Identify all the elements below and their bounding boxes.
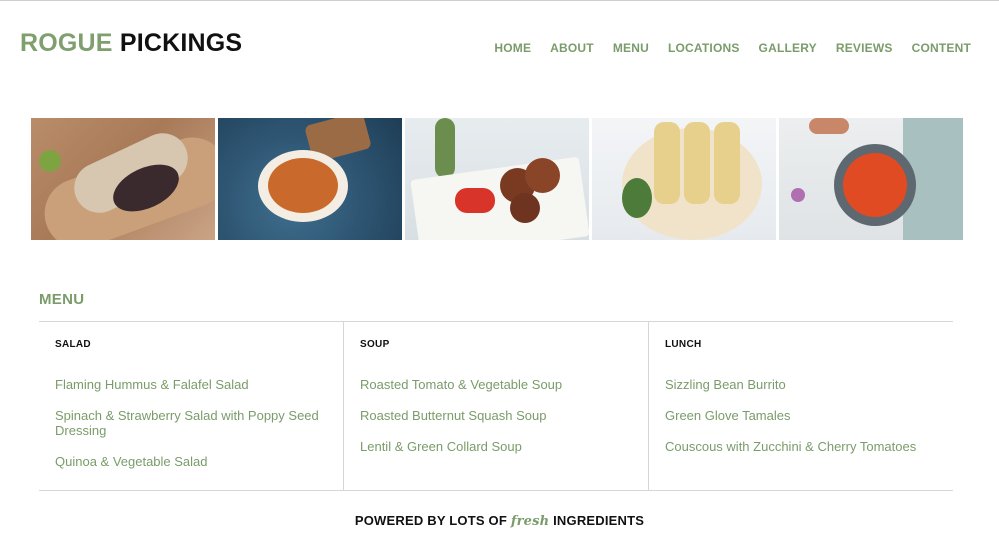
- column-heading: LUNCH: [665, 339, 702, 350]
- column-heading: SALAD: [55, 339, 91, 350]
- menu-column-soup: SOUP Roasted Tomato & Vegetable Soup Roa…: [344, 322, 649, 490]
- menu-item[interactable]: Lentil & Green Collard Soup: [360, 439, 632, 454]
- footer-text-after: INGREDIENTS: [553, 513, 645, 528]
- nav-menu[interactable]: MENU: [613, 41, 649, 55]
- pumpkin-soup-photo: [218, 118, 402, 240]
- nav-home[interactable]: HOME: [494, 41, 531, 55]
- menu-item[interactable]: Couscous with Zucchini & Cherry Tomatoes: [665, 439, 937, 454]
- tomato-soup-photo: [779, 118, 963, 240]
- menu-item[interactable]: Roasted Tomato & Vegetable Soup: [360, 377, 632, 392]
- menu-item[interactable]: Roasted Butternut Squash Soup: [360, 408, 632, 423]
- menu-column-salad: SALAD Flaming Hummus & Falafel Salad Spi…: [39, 322, 344, 490]
- menu-table: SALAD Flaming Hummus & Falafel Salad Spi…: [39, 321, 953, 491]
- nav-about[interactable]: ABOUT: [550, 41, 594, 55]
- menu-item[interactable]: Sizzling Bean Burrito: [665, 377, 937, 392]
- photo-gallery: [31, 118, 963, 240]
- menu-item[interactable]: Spinach & Strawberry Salad with Poppy Se…: [55, 408, 327, 438]
- nav-locations[interactable]: LOCATIONS: [668, 41, 740, 55]
- falafel-box-photo: [405, 118, 589, 240]
- nav-reviews[interactable]: REVIEWS: [836, 41, 893, 55]
- main-nav: HOME ABOUT MENU LOCATIONS GALLERY REVIEW…: [494, 41, 971, 55]
- site-logo[interactable]: ROGUE PICKINGS: [20, 29, 242, 58]
- menu-item[interactable]: Flaming Hummus & Falafel Salad: [55, 377, 327, 392]
- column-heading: SOUP: [360, 339, 390, 350]
- footer-tagline: POWERED BY LOTS OF fresh INGREDIENTS: [0, 513, 999, 529]
- logo-part-2: PICKINGS: [119, 29, 243, 57]
- logo-part-1: ROGUE: [20, 29, 113, 57]
- menu-section-title: MENU: [39, 291, 85, 308]
- footer-text-before: POWERED BY LOTS OF: [354, 513, 507, 528]
- menu-item[interactable]: Green Glove Tamales: [665, 408, 937, 423]
- tamales-photo: [592, 118, 776, 240]
- nav-content[interactable]: CONTENT: [912, 41, 971, 55]
- footer-accent-word: fresh: [510, 514, 550, 529]
- menu-item[interactable]: Quinoa & Vegetable Salad: [55, 454, 327, 469]
- nav-gallery[interactable]: GALLERY: [759, 41, 817, 55]
- burrito-photo: [31, 118, 215, 240]
- menu-column-lunch: LUNCH Sizzling Bean Burrito Green Glove …: [649, 322, 953, 490]
